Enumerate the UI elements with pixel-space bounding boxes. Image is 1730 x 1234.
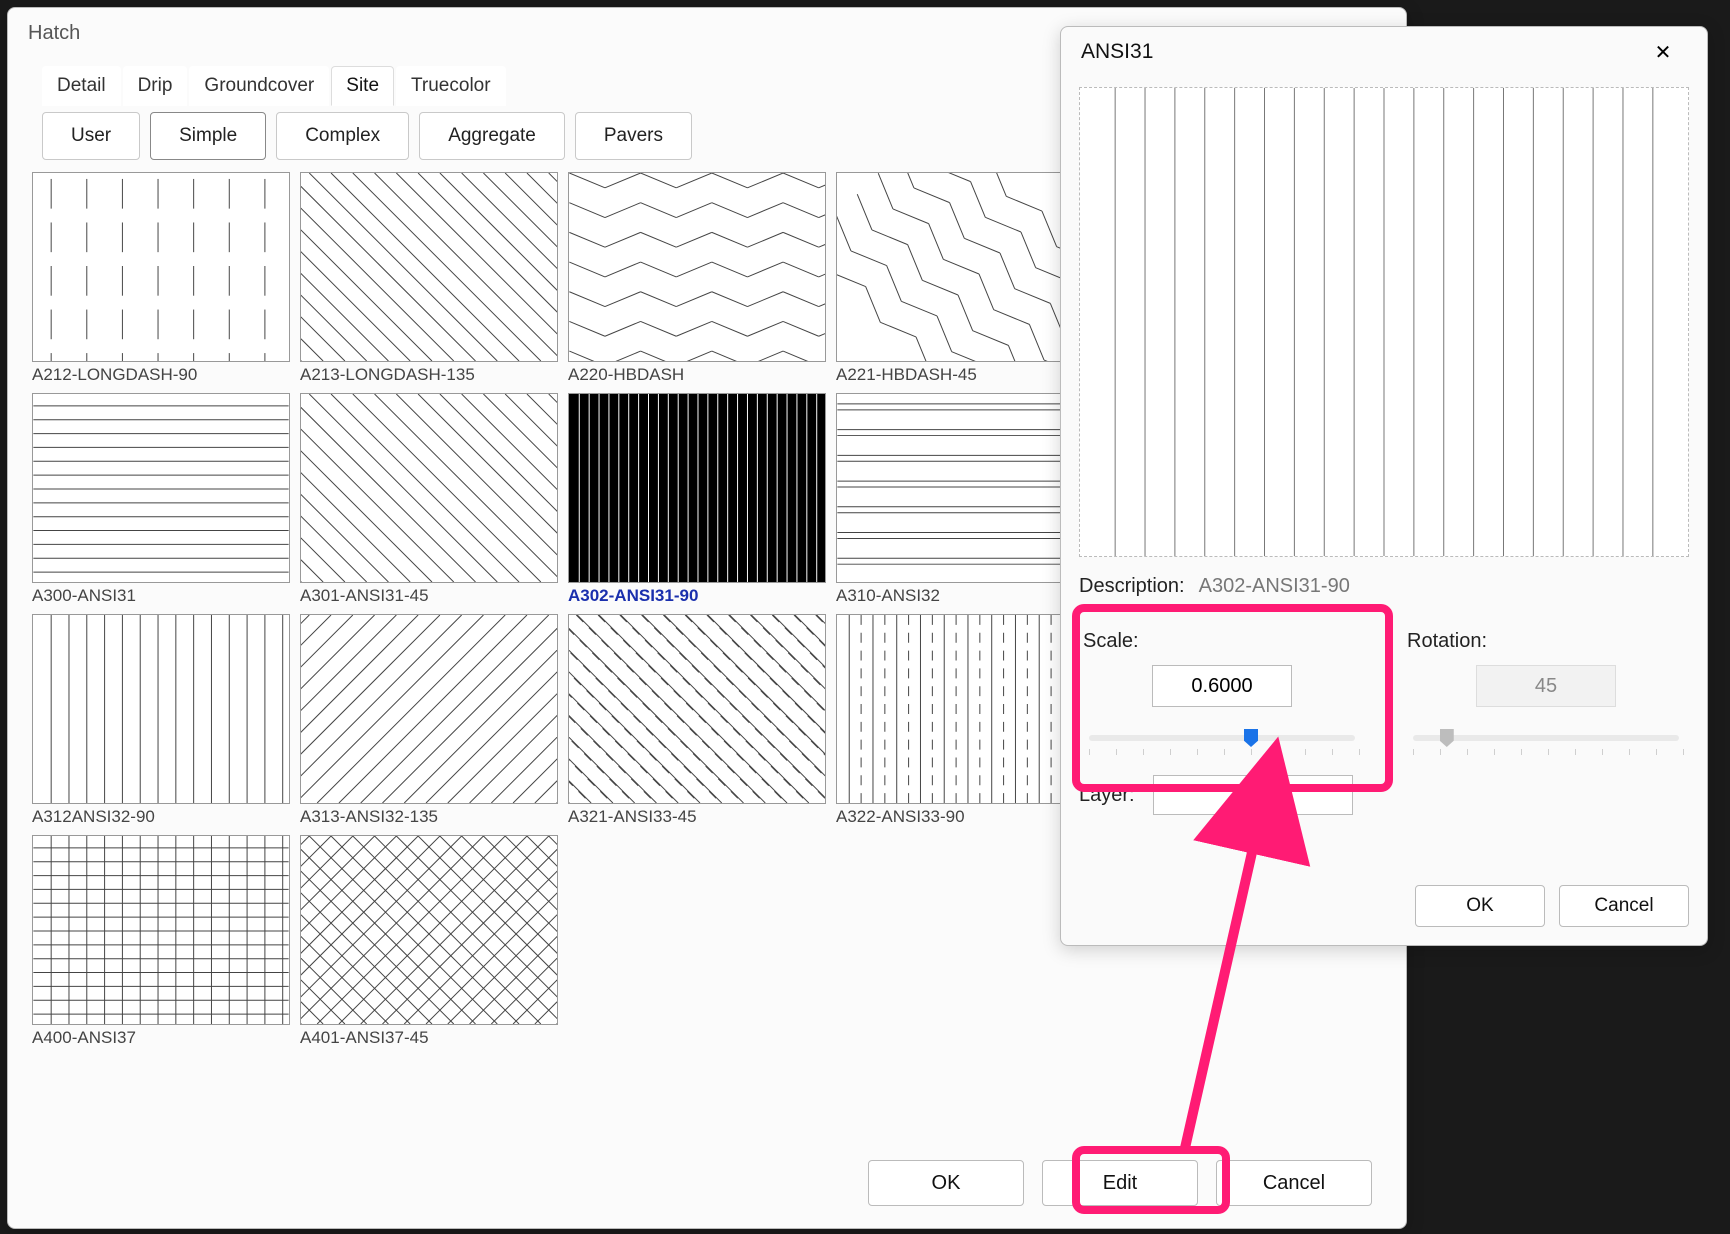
hatch-cell: A313-ANSI32-135 bbox=[300, 614, 558, 827]
tab-drip[interactable]: Drip bbox=[123, 66, 188, 106]
ok-button[interactable]: OK bbox=[1415, 885, 1545, 927]
hatch-label: A301-ANSI31-45 bbox=[300, 583, 558, 606]
cancel-button[interactable]: Cancel bbox=[1559, 885, 1689, 927]
hatch-cell: A310-ANSI32 bbox=[836, 393, 1094, 606]
ansi-titlebar: ANSI31 ✕ bbox=[1061, 27, 1707, 77]
hatch-thumb[interactable] bbox=[32, 393, 290, 583]
filter-simple[interactable]: Simple bbox=[150, 112, 266, 160]
hatch-cell: A221-HBDASH-45 bbox=[836, 172, 1094, 385]
hatch-thumb[interactable] bbox=[300, 835, 558, 1025]
hatch-thumb[interactable] bbox=[32, 614, 290, 804]
tab-site[interactable]: Site bbox=[331, 66, 394, 106]
hatch-thumb[interactable] bbox=[836, 393, 1094, 583]
prop-row: Scale: Rotation: bbox=[1061, 604, 1707, 767]
hatch-thumb[interactable] bbox=[568, 614, 826, 804]
hatch-thumb[interactable] bbox=[300, 172, 558, 362]
layer-input[interactable] bbox=[1153, 775, 1353, 815]
scale-label: Scale: bbox=[1083, 630, 1361, 653]
ansi-dialog: ANSI31 ✕ Description: A302-ANSI31-90 Sca bbox=[1060, 26, 1708, 946]
hatch-thumb[interactable] bbox=[568, 393, 826, 583]
edit-button[interactable]: Edit bbox=[1042, 1160, 1198, 1206]
filter-user[interactable]: User bbox=[42, 112, 140, 160]
layer-row: Layer: bbox=[1061, 767, 1707, 815]
hatch-label: A313-ANSI32-135 bbox=[300, 804, 558, 827]
description-row: Description: A302-ANSI31-90 bbox=[1061, 569, 1707, 604]
hatch-button-row: OK Edit Cancel bbox=[868, 1160, 1372, 1206]
description-value: A302-ANSI31-90 bbox=[1199, 575, 1350, 598]
hatch-cell: A300-ANSI31 bbox=[32, 393, 290, 606]
filter-pavers[interactable]: Pavers bbox=[575, 112, 692, 160]
hatch-cell: A321-ANSI33-45 bbox=[568, 614, 826, 827]
hatch-label: A212-LONGDASH-90 bbox=[32, 362, 290, 385]
rotation-label: Rotation: bbox=[1407, 630, 1685, 653]
tab-groundcover[interactable]: Groundcover bbox=[189, 66, 329, 106]
hatch-thumb[interactable] bbox=[836, 614, 1094, 804]
rotation-input bbox=[1476, 665, 1616, 707]
pattern-preview bbox=[1079, 87, 1689, 557]
close-icon[interactable]: ✕ bbox=[1639, 34, 1687, 70]
hatch-label: A220-HBDASH bbox=[568, 362, 826, 385]
hatch-cell: A322-ANSI33-90 bbox=[836, 614, 1094, 827]
ok-button[interactable]: OK bbox=[868, 1160, 1024, 1206]
description-label: Description: bbox=[1079, 575, 1185, 598]
hatch-label: A312ANSI32-90 bbox=[32, 804, 290, 827]
hatch-label: A401-ANSI37-45 bbox=[300, 1025, 558, 1048]
cancel-button[interactable]: Cancel bbox=[1216, 1160, 1372, 1206]
filter-aggregate[interactable]: Aggregate bbox=[419, 112, 565, 160]
hatch-thumb[interactable] bbox=[568, 172, 826, 362]
layer-label: Layer: bbox=[1079, 784, 1135, 807]
hatch-thumb[interactable] bbox=[300, 614, 558, 804]
tab-detail[interactable]: Detail bbox=[42, 66, 121, 106]
hatch-cell: A213-LONGDASH-135 bbox=[300, 172, 558, 385]
hatch-label: A400-ANSI37 bbox=[32, 1025, 290, 1048]
hatch-label: A321-ANSI33-45 bbox=[568, 804, 826, 827]
hatch-label: A300-ANSI31 bbox=[32, 583, 290, 606]
hatch-label: A213-LONGDASH-135 bbox=[300, 362, 558, 385]
hatch-label: A221-HBDASH-45 bbox=[836, 362, 1094, 385]
ansi-title: ANSI31 bbox=[1081, 40, 1153, 64]
hatch-thumb[interactable] bbox=[300, 393, 558, 583]
scale-input[interactable] bbox=[1152, 665, 1292, 707]
scale-slider[interactable] bbox=[1083, 725, 1361, 749]
hatch-thumb[interactable] bbox=[32, 172, 290, 362]
hatch-thumb[interactable] bbox=[32, 835, 290, 1025]
tab-truecolor[interactable]: Truecolor bbox=[396, 66, 506, 106]
hatch-thumb[interactable] bbox=[836, 172, 1094, 362]
hatch-cell: A301-ANSI31-45 bbox=[300, 393, 558, 606]
filter-complex[interactable]: Complex bbox=[276, 112, 409, 160]
hatch-cell: A312ANSI32-90 bbox=[32, 614, 290, 827]
ansi-button-row: OK Cancel bbox=[1415, 885, 1689, 927]
rotation-slider[interactable] bbox=[1407, 725, 1685, 749]
hatch-cell: A302-ANSI31-90 bbox=[568, 393, 826, 606]
rotation-box: Rotation: bbox=[1395, 612, 1697, 759]
hatch-label: A310-ANSI32 bbox=[836, 583, 1094, 606]
scale-box: Scale: bbox=[1071, 612, 1373, 759]
hatch-cell: A220-HBDASH bbox=[568, 172, 826, 385]
hatch-cell: A212-LONGDASH-90 bbox=[32, 172, 290, 385]
hatch-title: Hatch bbox=[28, 22, 80, 45]
hatch-cell: A400-ANSI37 bbox=[32, 835, 290, 1048]
hatch-cell: A401-ANSI37-45 bbox=[300, 835, 558, 1048]
hatch-label: A302-ANSI31-90 bbox=[568, 583, 826, 606]
hatch-label: A322-ANSI33-90 bbox=[836, 804, 1094, 827]
